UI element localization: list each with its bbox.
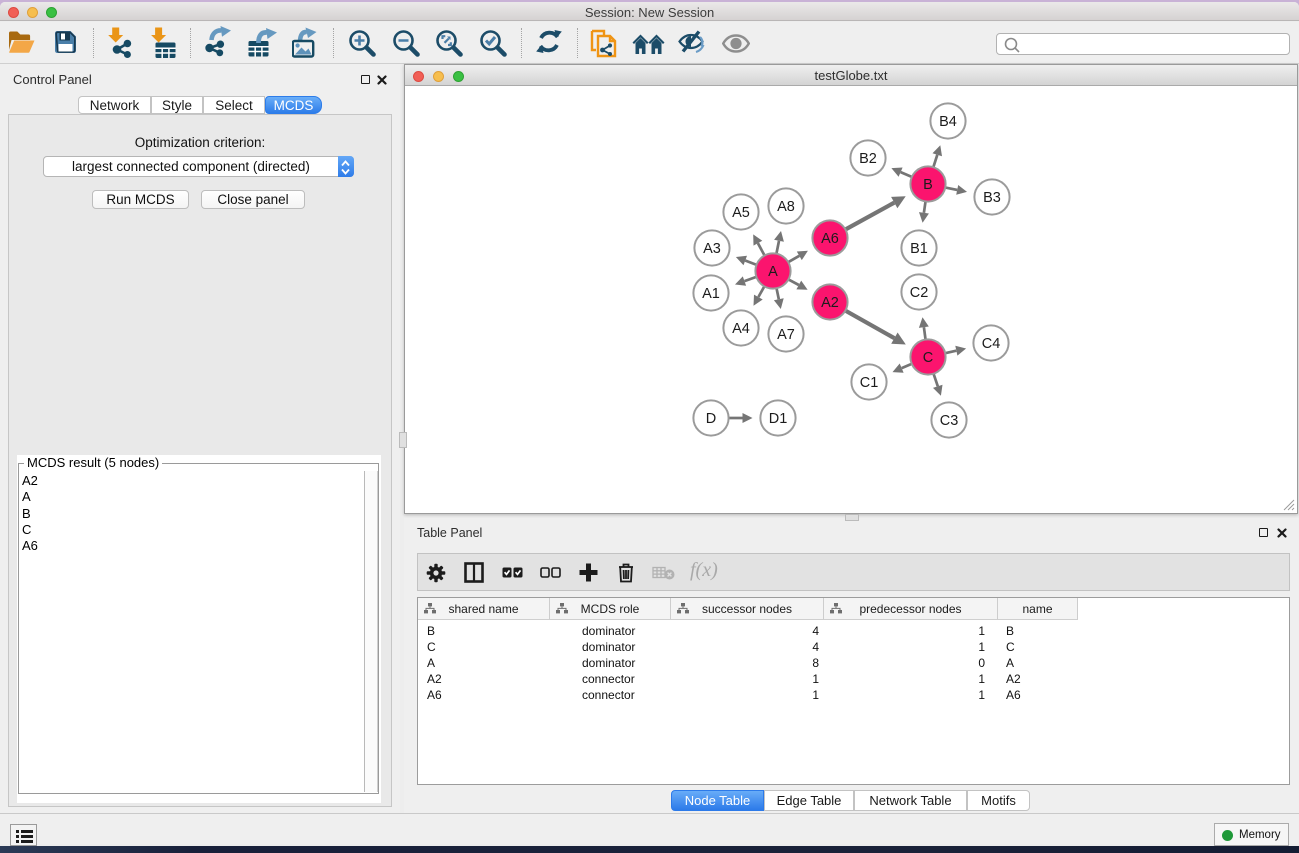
svg-text:C2: C2 (910, 285, 929, 301)
svg-text:D: D (706, 411, 716, 427)
svg-text:B3: B3 (983, 190, 1001, 206)
svg-text:C3: C3 (940, 413, 959, 429)
svg-text:B1: B1 (910, 241, 928, 257)
svg-text:C4: C4 (982, 336, 1001, 352)
svg-text:A1: A1 (702, 286, 720, 302)
svg-text:B: B (923, 177, 933, 193)
svg-text:A6: A6 (821, 231, 839, 247)
svg-text:C1: C1 (860, 375, 879, 391)
svg-text:C: C (923, 350, 933, 366)
svg-text:B2: B2 (859, 151, 877, 167)
svg-text:A3: A3 (703, 241, 721, 257)
svg-text:A: A (768, 264, 778, 280)
svg-text:A4: A4 (732, 321, 750, 337)
svg-text:A2: A2 (821, 295, 839, 311)
svg-text:A5: A5 (732, 205, 750, 221)
svg-text:A8: A8 (777, 199, 795, 215)
svg-text:D1: D1 (769, 411, 788, 427)
svg-text:B4: B4 (939, 114, 957, 130)
svg-text:A7: A7 (777, 327, 795, 343)
